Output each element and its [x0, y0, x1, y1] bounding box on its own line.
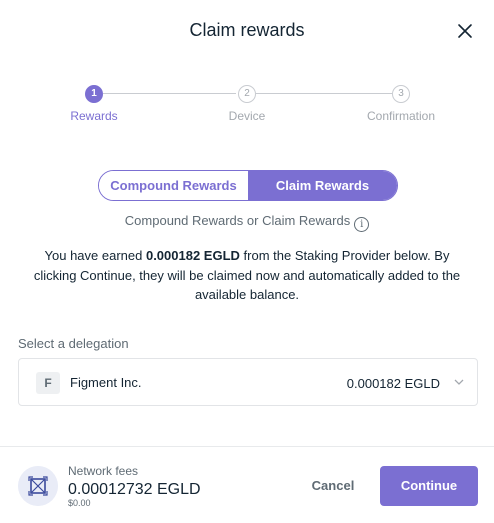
info-icon[interactable]: i	[354, 217, 370, 232]
step-1-indicator: 1	[85, 85, 103, 103]
rewards-description: You have earned 0.000182 EGLD from the S…	[24, 246, 470, 305]
delegation-amount: 0.000182 EGLD	[346, 376, 440, 391]
compound-rewards-option[interactable]: Compound Rewards	[99, 171, 248, 200]
cancel-button[interactable]: Cancel	[300, 474, 366, 498]
description-prefix: You have earned	[44, 248, 146, 263]
delegation-section-label: Select a delegation	[18, 336, 129, 351]
claim-rewards-modal: Claim rewards 1 2 3 Rewards Device Confi…	[0, 0, 494, 523]
earned-amount: 0.000182 EGLD	[145, 248, 240, 263]
claim-rewards-option[interactable]: Claim Rewards	[248, 171, 397, 200]
step-3-indicator: 3	[392, 85, 410, 103]
chevron-down-icon	[454, 379, 464, 385]
footer-divider	[0, 446, 494, 447]
mode-hint-text: Compound Rewards or Claim Rewards	[124, 213, 351, 228]
reward-mode-toggle: Compound Rewards Claim Rewards	[98, 170, 398, 201]
stepper-line	[256, 93, 392, 94]
step-2-indicator: 2	[238, 85, 256, 103]
network-fees-amount: 0.00012732 EGLD	[68, 481, 201, 498]
delegation-select[interactable]: F Figment Inc. 0.000182 EGLD	[18, 358, 478, 406]
network-fee-icon	[18, 466, 58, 506]
continue-button[interactable]: Continue	[380, 466, 478, 506]
modal-title: Claim rewards	[189, 20, 305, 40]
step-2-label: Device	[228, 109, 266, 123]
validator-name: Figment Inc.	[70, 375, 142, 390]
stepper-line	[103, 93, 236, 94]
step-3-label: Confirmation	[366, 109, 436, 123]
network-fees-label: Network fees	[68, 464, 139, 478]
step-1-label: Rewards	[70, 109, 118, 123]
validator-avatar: F	[36, 372, 60, 394]
mode-hint: Compound Rewards or Claim Rewards i	[0, 213, 494, 232]
network-fees-fiat: $0.00	[68, 498, 91, 508]
close-icon[interactable]	[456, 22, 474, 40]
